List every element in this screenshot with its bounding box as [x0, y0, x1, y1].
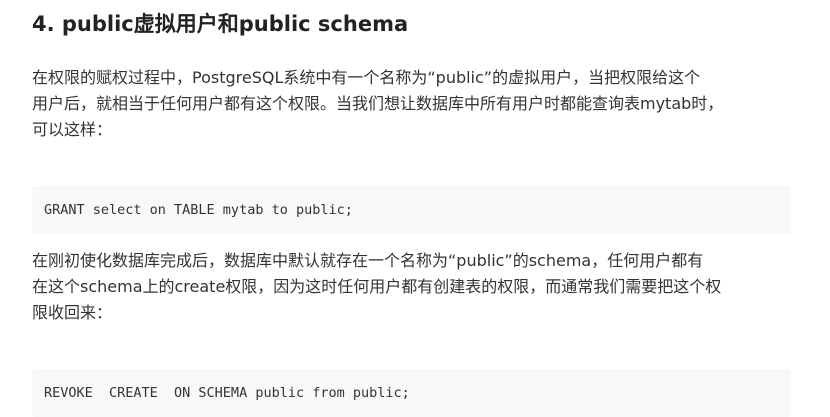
paragraph-line: 可以这样： [32, 120, 113, 139]
code-text[interactable]: REVOKE CREATE ON SCHEMA public from publ… [44, 369, 410, 417]
paragraph-public-user: 在权限的赋权过程中，PostgreSQL系统中有一个名称为“public”的虚拟… [32, 65, 792, 143]
section-heading: 4. public虚拟用户和public schema [32, 12, 409, 36]
code-block-revoke[interactable]: REVOKE CREATE ON SCHEMA public from publ… [32, 369, 791, 417]
paragraph-line: 在权限的赋权过程中，PostgreSQL系统中有一个名称为“public”的虚拟… [32, 68, 701, 87]
paragraph-line: 用户后，就相当于任何用户都有这个权限。当我们想让数据库中所有用户时都能查询表my… [32, 94, 724, 113]
paragraph-line: 在这个schema上的create权限，因为这时任何用户都有创建表的权限，而通常… [32, 277, 722, 296]
code-text[interactable]: GRANT select on TABLE mytab to public; [44, 186, 353, 234]
paragraph-line: 在刚初使化数据库完成后，数据库中默认就存在一个名称为“public”的schem… [32, 251, 704, 270]
code-block-grant[interactable]: GRANT select on TABLE mytab to public; [32, 186, 791, 234]
paragraph-public-schema: 在刚初使化数据库完成后，数据库中默认就存在一个名称为“public”的schem… [32, 248, 792, 326]
paragraph-line: 限收回来： [32, 303, 113, 322]
